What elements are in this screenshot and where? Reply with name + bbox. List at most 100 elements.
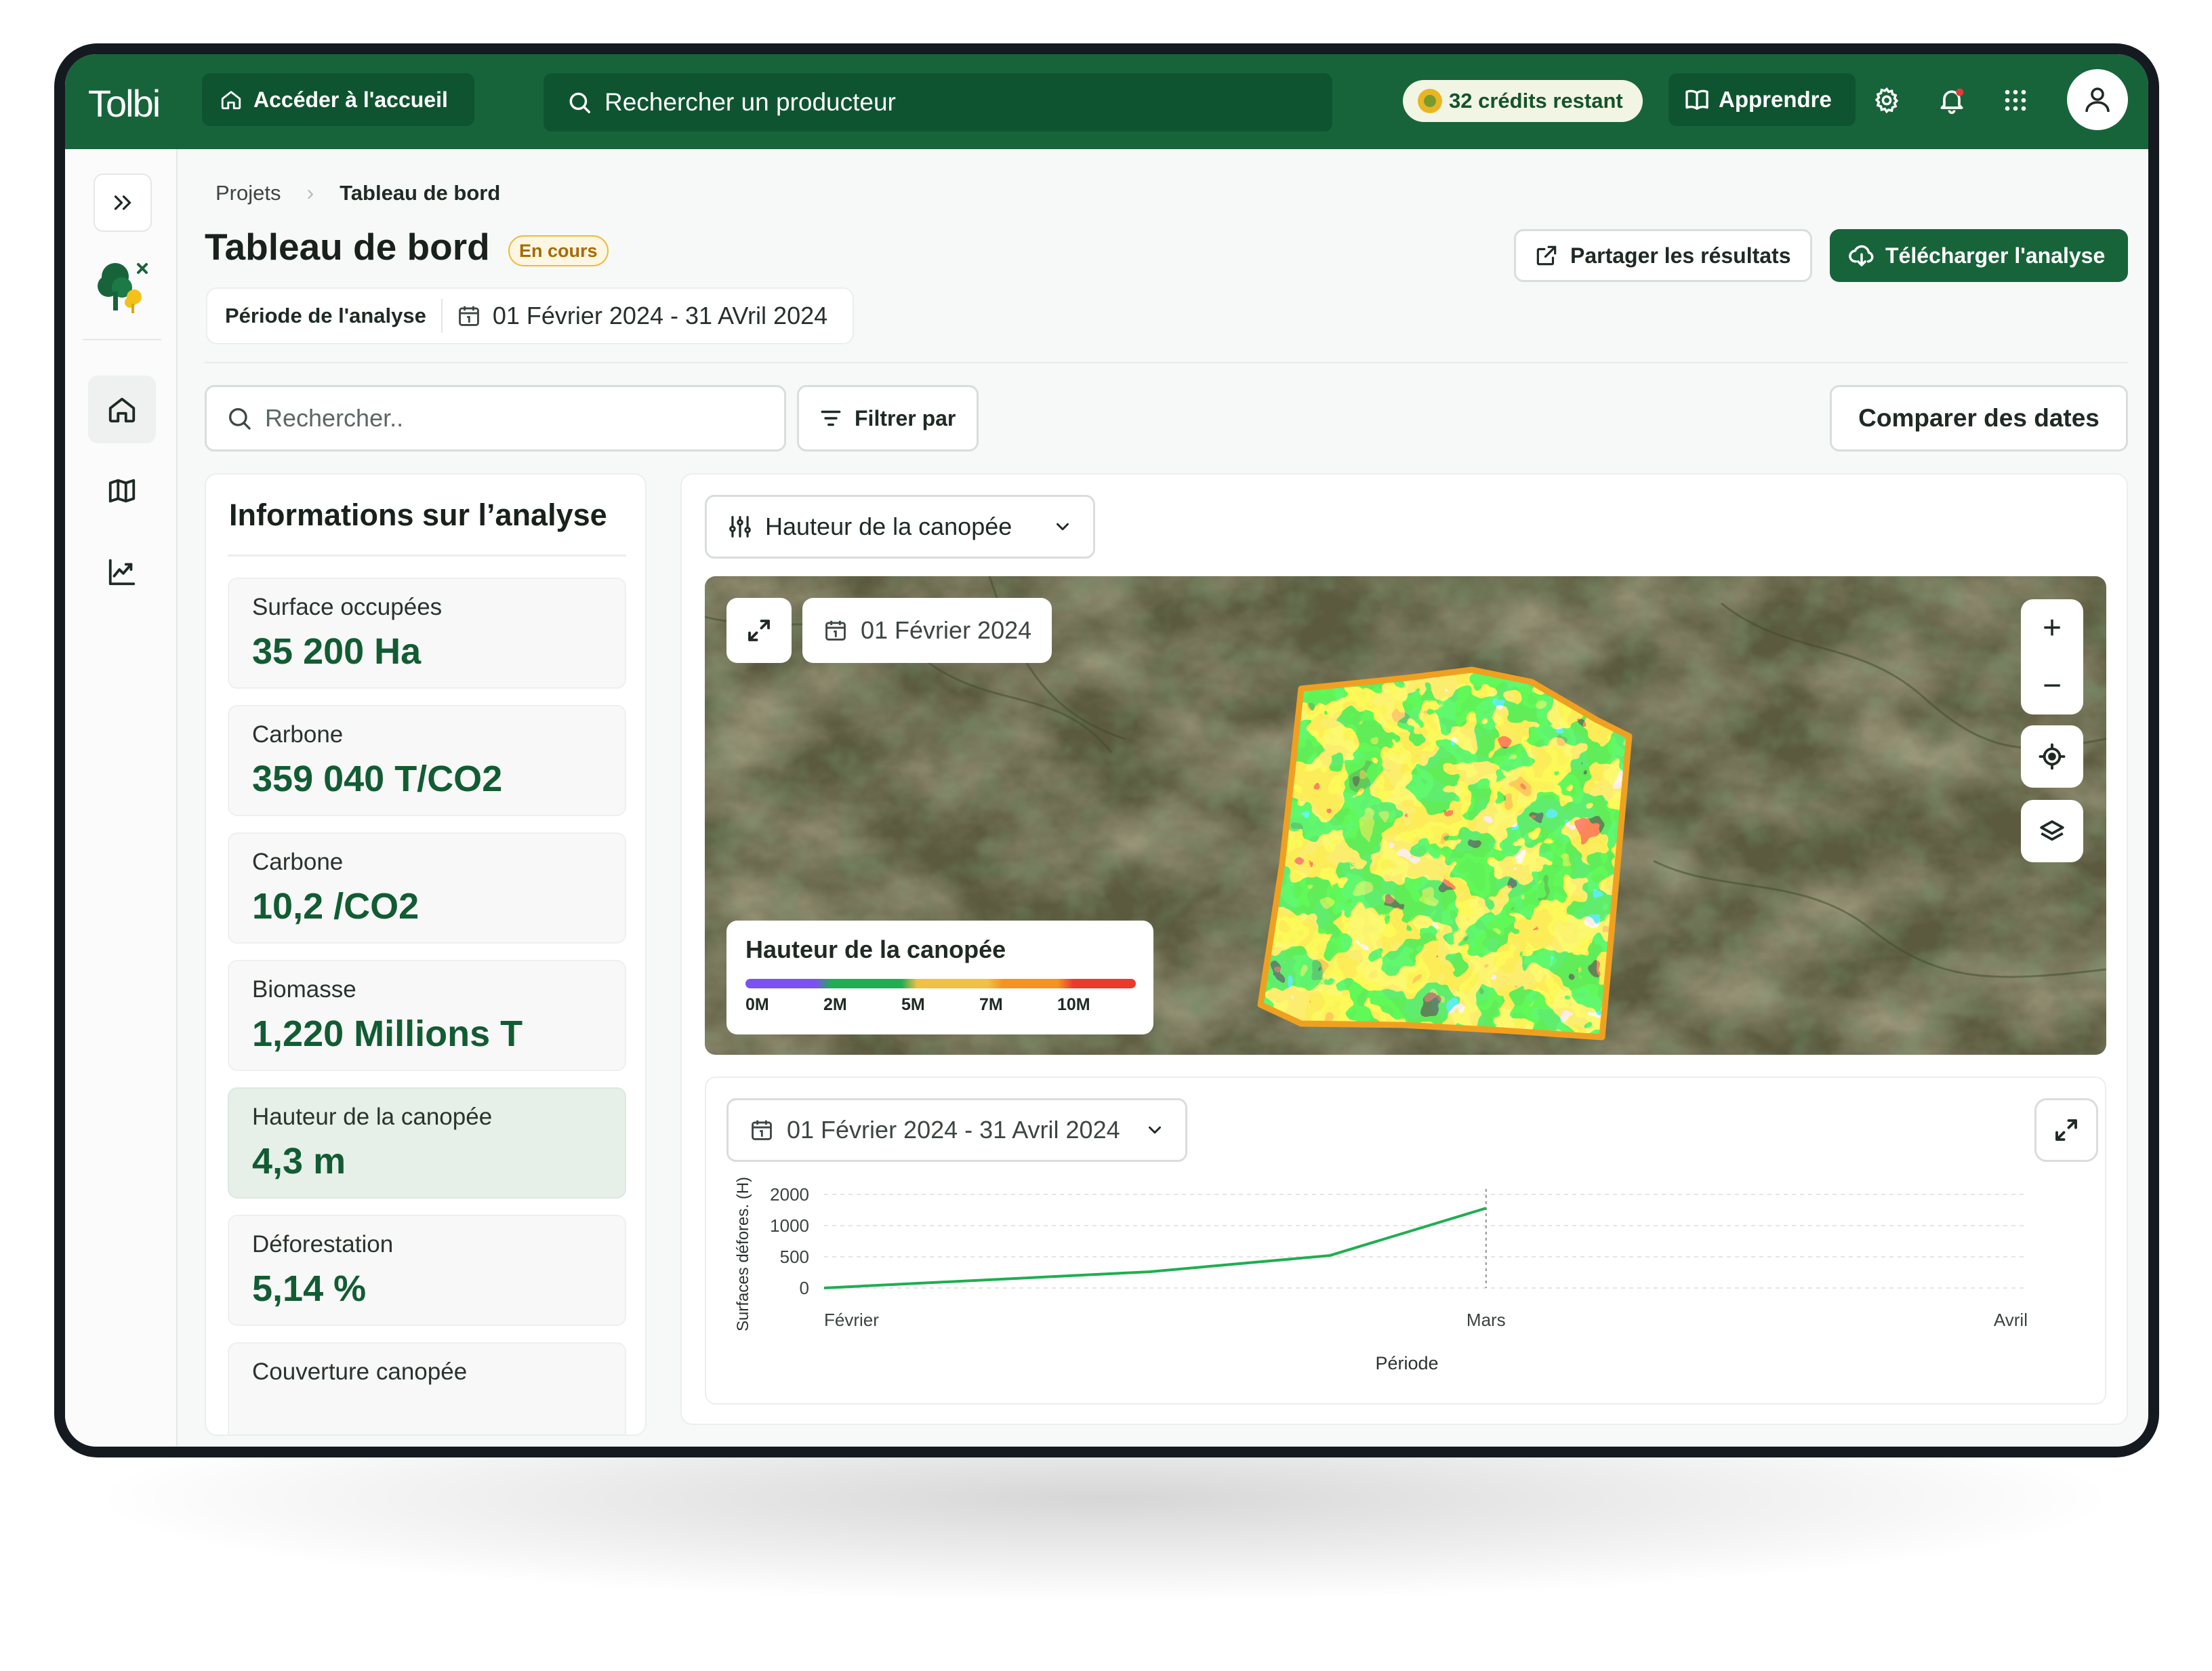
credits-label: 32 crédits restant bbox=[1449, 89, 1623, 113]
legend-color-scale bbox=[745, 979, 1136, 988]
sidebar-divider bbox=[83, 339, 161, 340]
home-button-label: Accéder à l'accueil bbox=[253, 87, 448, 112]
stat-value: 5,14 % bbox=[252, 1268, 367, 1309]
zoom-out-button[interactable]: − bbox=[2021, 657, 2083, 714]
stat-label: Carbone bbox=[252, 849, 344, 875]
filter-icon bbox=[821, 410, 841, 426]
legend-tick: 0M bbox=[745, 995, 769, 1014]
trend-chart-panel: 01 Février 2024 - 31 Avril 2024 2000 1000… bbox=[705, 1076, 2106, 1405]
home-button[interactable]: Accéder à l'accueil bbox=[202, 73, 474, 126]
stat-value: 35 200 Ha bbox=[252, 631, 422, 672]
stat-card-canopy-cover[interactable]: Couverture canopée bbox=[228, 1342, 626, 1434]
map-date-label: 01 Février 2024 bbox=[861, 616, 1032, 644]
sidebar-item-analytics[interactable] bbox=[88, 538, 156, 606]
search-input[interactable]: Rechercher.. bbox=[205, 385, 786, 451]
series-line bbox=[823, 1207, 1487, 1289]
bell-icon[interactable] bbox=[1936, 84, 1968, 117]
chart-date-range-select[interactable]: 01 Février 2024 - 31 Avril 2024 bbox=[726, 1098, 1187, 1162]
crosshair-icon bbox=[2039, 743, 2066, 770]
stat-label: Surface occupées bbox=[252, 594, 443, 620]
chevrons-right-icon bbox=[114, 195, 131, 210]
period-range: 01 Février 2024 - 31 AVril 2024 bbox=[443, 302, 827, 330]
legend-tick: 7M bbox=[979, 995, 1003, 1014]
map-date-chip[interactable]: 01 Février 2024 bbox=[802, 598, 1052, 663]
zoom-in-button[interactable]: + bbox=[2021, 599, 2083, 657]
locate-button[interactable] bbox=[2021, 725, 2083, 788]
stat-card-carbon-total[interactable]: Carbone 359 040 T/CO2 bbox=[228, 705, 626, 816]
legend-tick: 5M bbox=[901, 995, 925, 1014]
stat-label: Carbone bbox=[252, 721, 344, 748]
calendar-icon bbox=[752, 1120, 772, 1140]
stat-card-deforestation[interactable]: Déforestation 5,14 % bbox=[228, 1215, 626, 1326]
producer-search-placeholder: Rechercher un producteur bbox=[605, 88, 896, 116]
user-avatar-button[interactable] bbox=[2067, 69, 2128, 130]
stat-card-biomass[interactable]: Biomasse 1,220 Millions T bbox=[228, 960, 626, 1071]
legend-tick: 10M bbox=[1057, 995, 1090, 1014]
x-tick-label: Mars bbox=[1467, 1310, 1506, 1330]
y-tick-label: 500 bbox=[780, 1247, 809, 1267]
chart-date-range-label: 01 Février 2024 - 31 Avril 2024 bbox=[787, 1116, 1120, 1144]
stat-card-carbon-rate[interactable]: Carbone 10,2 /CO2 bbox=[228, 832, 626, 944]
zoom-controls: + − bbox=[2021, 599, 2083, 714]
expand-sidebar-button[interactable] bbox=[94, 174, 152, 232]
breadcrumb-chevron-icon: › bbox=[306, 180, 314, 205]
share-results-label: Partager les résultats bbox=[1570, 243, 1791, 268]
chevron-down-icon bbox=[1057, 523, 1069, 531]
stat-label: Déforestation bbox=[252, 1231, 394, 1257]
breadcrumb-item-projects[interactable]: Projets bbox=[216, 181, 281, 205]
sidebar-item-home[interactable] bbox=[88, 376, 156, 443]
download-analysis-button[interactable]: Télécharger l'analyse bbox=[1830, 229, 2128, 282]
stat-label: Biomasse bbox=[252, 976, 356, 1003]
settings-icon[interactable] bbox=[1870, 84, 1903, 117]
y-tick-label: 2000 bbox=[770, 1184, 809, 1205]
book-icon bbox=[1685, 89, 1708, 110]
analysis-period[interactable]: Période de l'analyse 01 Février 2024 - 3… bbox=[206, 287, 854, 344]
map-fullscreen-button[interactable] bbox=[726, 598, 792, 663]
stat-value: 1,220 Millions T bbox=[252, 1013, 523, 1054]
home-icon bbox=[108, 397, 136, 423]
learn-button[interactable]: Apprendre bbox=[1668, 73, 1856, 126]
info-panel-divider bbox=[228, 555, 626, 557]
map-layers-button[interactable] bbox=[2021, 800, 2083, 862]
share-results-button[interactable]: Partager les résultats bbox=[1514, 229, 1812, 282]
stat-card-canopy-height[interactable]: Hauteur de la canopée 4,3 m bbox=[228, 1087, 626, 1199]
share-icon bbox=[1536, 245, 1557, 266]
stat-card-surface[interactable]: Surface occupées 35 200 Ha bbox=[228, 578, 626, 689]
app-logo[interactable]: Tolbi bbox=[88, 81, 161, 125]
satellite-map[interactable]: 01 Février 2024 + − Hauteur de la canopé… bbox=[705, 576, 2106, 1055]
map-legend: Hauteur de la canopée 0M 2M 5M 7M 10M bbox=[726, 921, 1153, 1034]
sidebar-item-map[interactable] bbox=[88, 457, 156, 525]
tree-logo-icon[interactable] bbox=[88, 251, 156, 319]
status-badge: En cours bbox=[508, 235, 609, 266]
compare-dates-button[interactable]: Comparer des dates bbox=[1830, 385, 2128, 451]
stat-value: 359 040 T/CO2 bbox=[252, 759, 503, 799]
breadcrumb-item-current: Tableau de bord bbox=[340, 180, 501, 205]
apps-grid-icon[interactable] bbox=[1999, 84, 2032, 117]
sidebar bbox=[65, 149, 178, 1447]
layer-select[interactable]: Hauteur de la canopée bbox=[705, 495, 1095, 559]
x-tick-label: Février bbox=[824, 1310, 879, 1330]
map-icon bbox=[108, 479, 136, 503]
sliders-icon bbox=[729, 516, 751, 538]
page-title: Tableau de bord bbox=[205, 226, 490, 268]
y-axis-label: Surfaces défores. (H) bbox=[734, 1177, 752, 1331]
top-bar: Tolbi Accéder à l'accueil Rechercher un … bbox=[65, 54, 2148, 149]
legend-ticks: 0M 2M 5M 7M 10M bbox=[745, 995, 1134, 1018]
calendar-icon bbox=[458, 306, 479, 326]
chart-fullscreen-button[interactable] bbox=[2034, 1098, 2098, 1162]
legend-title: Hauteur de la canopée bbox=[745, 935, 1006, 963]
expand-icon bbox=[748, 620, 770, 641]
legend-tick: 2M bbox=[823, 995, 847, 1014]
credits-badge[interactable]: 32 crédits restant bbox=[1403, 80, 1643, 122]
download-analysis-label: Télécharger l'analyse bbox=[1885, 243, 2106, 268]
stat-value: 10,2 /CO2 bbox=[252, 886, 419, 927]
producer-search-input[interactable]: Rechercher un producteur bbox=[544, 73, 1332, 132]
user-icon bbox=[2085, 87, 2110, 113]
filter-label: Filtrer par bbox=[855, 405, 956, 430]
search-placeholder: Rechercher.. bbox=[265, 404, 404, 432]
y-tick-label: 1000 bbox=[770, 1215, 809, 1236]
analysis-info-panel: Informations sur l’analyse Surface occup… bbox=[205, 473, 647, 1436]
layers-icon bbox=[2040, 820, 2064, 841]
filter-button[interactable]: Filtrer par bbox=[797, 385, 979, 451]
cloud-download-icon bbox=[1849, 245, 1874, 266]
